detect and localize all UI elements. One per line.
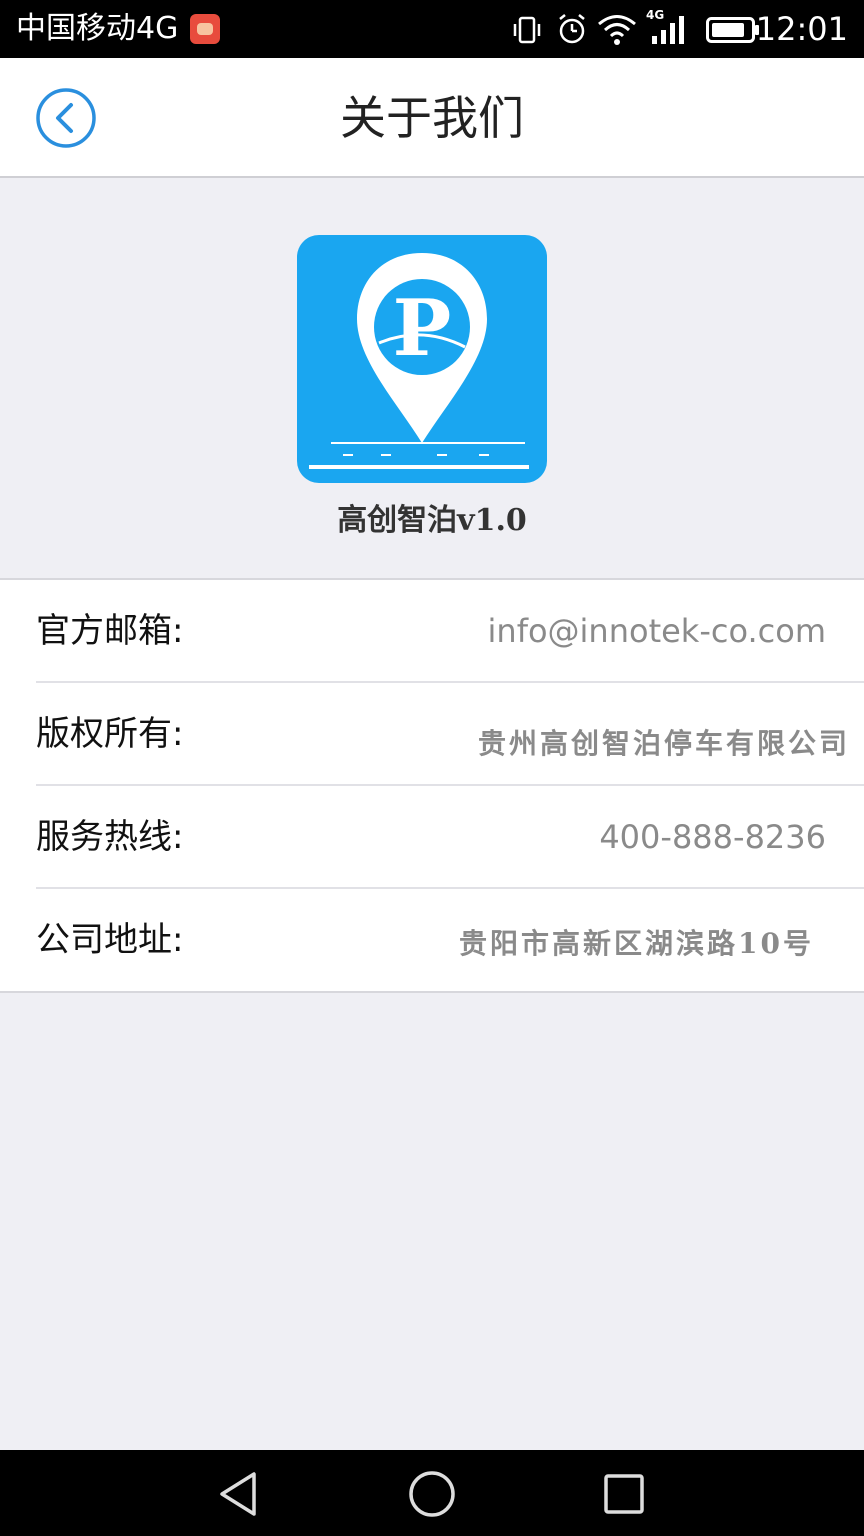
wifi-icon bbox=[598, 15, 636, 45]
logo-letter: P bbox=[393, 283, 452, 374]
vibrate-icon bbox=[513, 16, 541, 44]
app-logo: P bbox=[297, 235, 547, 483]
home-circle-icon[interactable] bbox=[406, 1468, 458, 1520]
hotline-label: 服务热线: bbox=[36, 817, 184, 857]
info-row-copyright: 版权所有: 贵州高创智泊停车有限公司 bbox=[0, 683, 864, 786]
page-title: 关于我们 bbox=[340, 91, 524, 145]
company-info-list: 官方邮箱: info@innotek-co.com 版权所有: 贵州高创智泊停车… bbox=[0, 580, 864, 993]
info-row-address: 公司地址: 贵阳市高新区湖滨路10号 bbox=[0, 889, 864, 992]
system-navigation-bar bbox=[0, 1450, 864, 1536]
app-notification-icon bbox=[190, 14, 220, 44]
signal-icon: 4G bbox=[646, 8, 684, 44]
status-time: 12:01 bbox=[755, 10, 848, 48]
email-label: 官方邮箱: bbox=[36, 611, 184, 651]
email-value[interactable]: info@innotek-co.com bbox=[488, 608, 826, 654]
copyright-label: 版权所有: bbox=[36, 714, 184, 754]
copyright-value: 贵州高创智泊停车有限公司 bbox=[477, 727, 850, 760]
parking-pin-logo: P bbox=[309, 253, 529, 469]
battery-icon bbox=[706, 17, 759, 43]
recent-square-icon[interactable] bbox=[598, 1468, 650, 1520]
carrier-label: 中国移动4G bbox=[16, 11, 179, 46]
info-row-email[interactable]: 官方邮箱: info@innotek-co.com bbox=[0, 580, 864, 683]
address-label: 公司地址: bbox=[36, 920, 184, 960]
network-badge: 4G bbox=[646, 8, 664, 22]
navigation-bar: 关于我们 bbox=[0, 58, 864, 178]
back-triangle-icon[interactable] bbox=[214, 1468, 266, 1520]
alarm-icon bbox=[559, 14, 585, 44]
info-row-hotline[interactable]: 服务热线: 400-888-8236 bbox=[0, 786, 864, 889]
app-info-header: P 高创智泊v1.0 bbox=[0, 178, 864, 580]
address-value: 贵阳市高新区湖滨路10号 bbox=[459, 927, 814, 960]
hotline-value[interactable]: 400-888-8236 bbox=[599, 814, 826, 860]
status-bar: 中国移动4G 4G 12:01 bbox=[0, 0, 864, 58]
app-version-label: 高创智泊v1.0 bbox=[337, 503, 527, 538]
